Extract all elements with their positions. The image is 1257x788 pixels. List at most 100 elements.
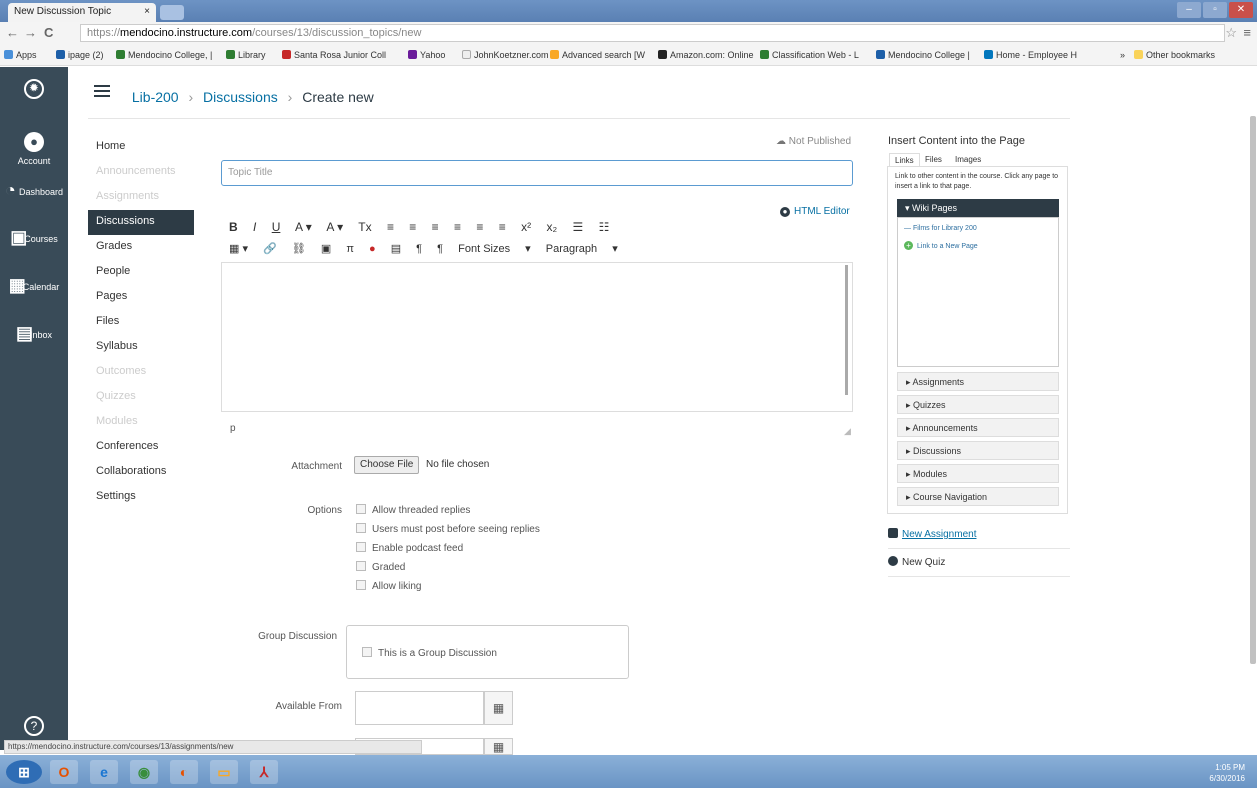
nav-courses[interactable]: ▣Courses xyxy=(0,227,68,247)
bullet-list-button[interactable]: ☰ xyxy=(572,220,583,234)
page-scrollbar[interactable] xyxy=(1250,116,1256,664)
choose-file-button[interactable]: Choose File xyxy=(354,456,420,474)
course-nav-settings[interactable]: Settings xyxy=(88,485,194,510)
chevron-down-icon[interactable]: ▾ xyxy=(525,243,531,255)
taskbar-explorer-icon[interactable]: ▭ xyxy=(210,760,238,784)
option-allow-liking[interactable]: Allow liking xyxy=(356,580,421,592)
available-from-input[interactable] xyxy=(355,691,484,725)
rtl-icon[interactable]: ¶ xyxy=(437,243,443,255)
breadcrumb-discussions[interactable]: Discussions xyxy=(203,89,278,105)
accordion-course-navigation[interactable]: ▸ Course Navigation xyxy=(897,487,1059,506)
nav-calendar[interactable]: ▦Calendar xyxy=(0,275,68,295)
bookmark-item[interactable]: Classification Web - L xyxy=(760,50,859,60)
new-quiz-link[interactable]: New Quiz xyxy=(888,556,945,568)
table-button[interactable]: ▦ ▾ xyxy=(229,243,248,255)
link-icon[interactable]: 🔗 xyxy=(263,243,277,255)
clear-formatting-button[interactable]: Tx xyxy=(358,220,371,234)
subscript-button[interactable]: x₂ xyxy=(546,220,557,234)
checkbox[interactable] xyxy=(356,561,366,571)
tab-images[interactable]: Images xyxy=(950,153,986,166)
bold-button[interactable]: B xyxy=(229,220,238,234)
course-nav-collaborations[interactable]: Collaborations xyxy=(88,460,194,485)
background-color-button[interactable]: A ▾ xyxy=(326,220,343,234)
other-bookmarks[interactable]: Other bookmarks xyxy=(1134,50,1215,60)
rich-text-editor[interactable] xyxy=(221,262,853,412)
accordion-announcements[interactable]: ▸ Announcements xyxy=(897,418,1059,437)
course-nav-pages[interactable]: Pages xyxy=(88,285,194,310)
option-group-discussion[interactable]: This is a Group Discussion xyxy=(362,647,497,659)
reload-icon[interactable]: C xyxy=(44,25,53,40)
taskbar-pdf-icon[interactable]: ⅄ xyxy=(250,760,278,784)
course-nav-conferences[interactable]: Conferences xyxy=(88,435,194,460)
bookmark-item[interactable]: Santa Rosa Junior Coll xyxy=(282,50,386,60)
option-threaded-replies[interactable]: Allow threaded replies xyxy=(356,504,470,516)
equation-icon[interactable]: π xyxy=(346,243,354,255)
resize-grip-icon[interactable]: ◢ xyxy=(844,426,851,437)
option-graded[interactable]: Graded xyxy=(356,561,405,573)
calendar-icon[interactable]: ▦ xyxy=(484,738,513,755)
align-left-button[interactable]: ≡ xyxy=(387,220,394,234)
canvas-logo[interactable]: ✹ xyxy=(0,79,68,103)
browser-menu-icon[interactable]: ≡ xyxy=(1243,25,1251,40)
course-nav-grades[interactable]: Grades xyxy=(88,235,194,260)
ltr-icon[interactable]: ¶ xyxy=(416,243,422,255)
underline-button[interactable]: U xyxy=(272,220,281,234)
option-post-before-seeing[interactable]: Users must post before seeing replies xyxy=(356,523,540,535)
publish-status[interactable]: ☁ Not Published xyxy=(776,136,851,147)
accordion-discussions[interactable]: ▸ Discussions xyxy=(897,441,1059,460)
breadcrumb-course[interactable]: Lib-200 xyxy=(132,89,179,105)
bookmark-item[interactable]: Mendocino College, | xyxy=(116,50,212,60)
course-nav-files[interactable]: Files xyxy=(88,310,194,335)
align-center-button[interactable]: ≡ xyxy=(409,220,416,234)
align-justify-button[interactable]: ≡ xyxy=(454,220,461,234)
hamburger-menu-icon[interactable] xyxy=(94,85,110,100)
calendar-icon[interactable]: ▦ xyxy=(484,691,513,725)
taskbar-clock[interactable]: 1:05 PM 6/30/2016 xyxy=(1209,762,1245,784)
course-nav-home[interactable]: Home xyxy=(88,135,194,160)
new-tab-button[interactable] xyxy=(160,5,184,20)
bookmark-item[interactable]: ipage (2) xyxy=(56,50,104,60)
back-icon[interactable]: ← xyxy=(6,25,19,40)
italic-button[interactable]: I xyxy=(253,220,256,234)
option-podcast-feed[interactable]: Enable podcast feed xyxy=(356,542,463,554)
start-button-icon[interactable]: ⊞ xyxy=(6,760,42,784)
browser-tab[interactable]: New Discussion Topic × xyxy=(8,3,156,22)
wiki-link-films[interactable]: — Films for Library 200 xyxy=(904,225,977,232)
media-icon[interactable]: ● xyxy=(369,243,376,255)
forward-icon[interactable]: → xyxy=(24,25,37,40)
accordion-modules[interactable]: ▸ Modules xyxy=(897,464,1059,483)
wiki-pages-header[interactable]: ▾ Wiki Pages xyxy=(897,199,1059,217)
numbered-list-button[interactable]: ☷ xyxy=(599,220,610,234)
bookmark-item[interactable]: JohnKoetzner.com xyxy=(462,50,549,60)
tab-files[interactable]: Files xyxy=(920,153,947,166)
checkbox[interactable] xyxy=(356,504,366,514)
course-nav-discussions[interactable]: Discussions xyxy=(88,210,194,235)
close-window-button[interactable]: ✕ xyxy=(1229,2,1253,18)
outdent-button[interactable]: ≡ xyxy=(476,220,483,234)
help-icon[interactable]: ? xyxy=(24,716,44,736)
accordion-quizzes[interactable]: ▸ Quizzes xyxy=(897,395,1059,414)
taskbar-app-icon[interactable]: ◐ xyxy=(170,760,198,784)
checkbox[interactable] xyxy=(356,580,366,590)
tab-links[interactable]: Links xyxy=(889,153,920,167)
link-new-page[interactable]: + Link to a New Page xyxy=(904,241,978,250)
html-editor-link[interactable]: ● HTML Editor xyxy=(780,206,850,217)
paragraph-dropdown[interactable]: Paragraph xyxy=(546,243,597,255)
unlink-icon[interactable]: ⛓ xyxy=(292,243,306,255)
close-tab-icon[interactable]: × xyxy=(144,6,150,17)
topic-title-input[interactable]: Topic Title xyxy=(221,160,853,186)
bookmark-item[interactable]: Advanced search [W xyxy=(550,50,645,60)
bookmark-item[interactable]: Home - Employee H xyxy=(984,50,1077,60)
new-assignment-link[interactable]: New Assignment xyxy=(888,528,976,540)
bookmark-item[interactable]: Yahoo xyxy=(408,50,445,60)
taskbar-chrome-icon[interactable]: ◉ xyxy=(130,760,158,784)
checkbox[interactable] xyxy=(356,523,366,533)
chevron-down-icon[interactable]: ▾ xyxy=(612,243,618,255)
nav-account[interactable]: ● Account xyxy=(0,132,68,166)
nav-inbox[interactable]: ▤Inbox xyxy=(0,323,68,343)
minimize-button[interactable]: – xyxy=(1177,2,1201,18)
editor-scrollbar[interactable] xyxy=(845,265,848,395)
taskbar-outlook-icon[interactable]: O xyxy=(50,760,78,784)
bookmark-item[interactable]: Mendocino College | xyxy=(876,50,970,60)
align-right-button[interactable]: ≡ xyxy=(432,220,439,234)
